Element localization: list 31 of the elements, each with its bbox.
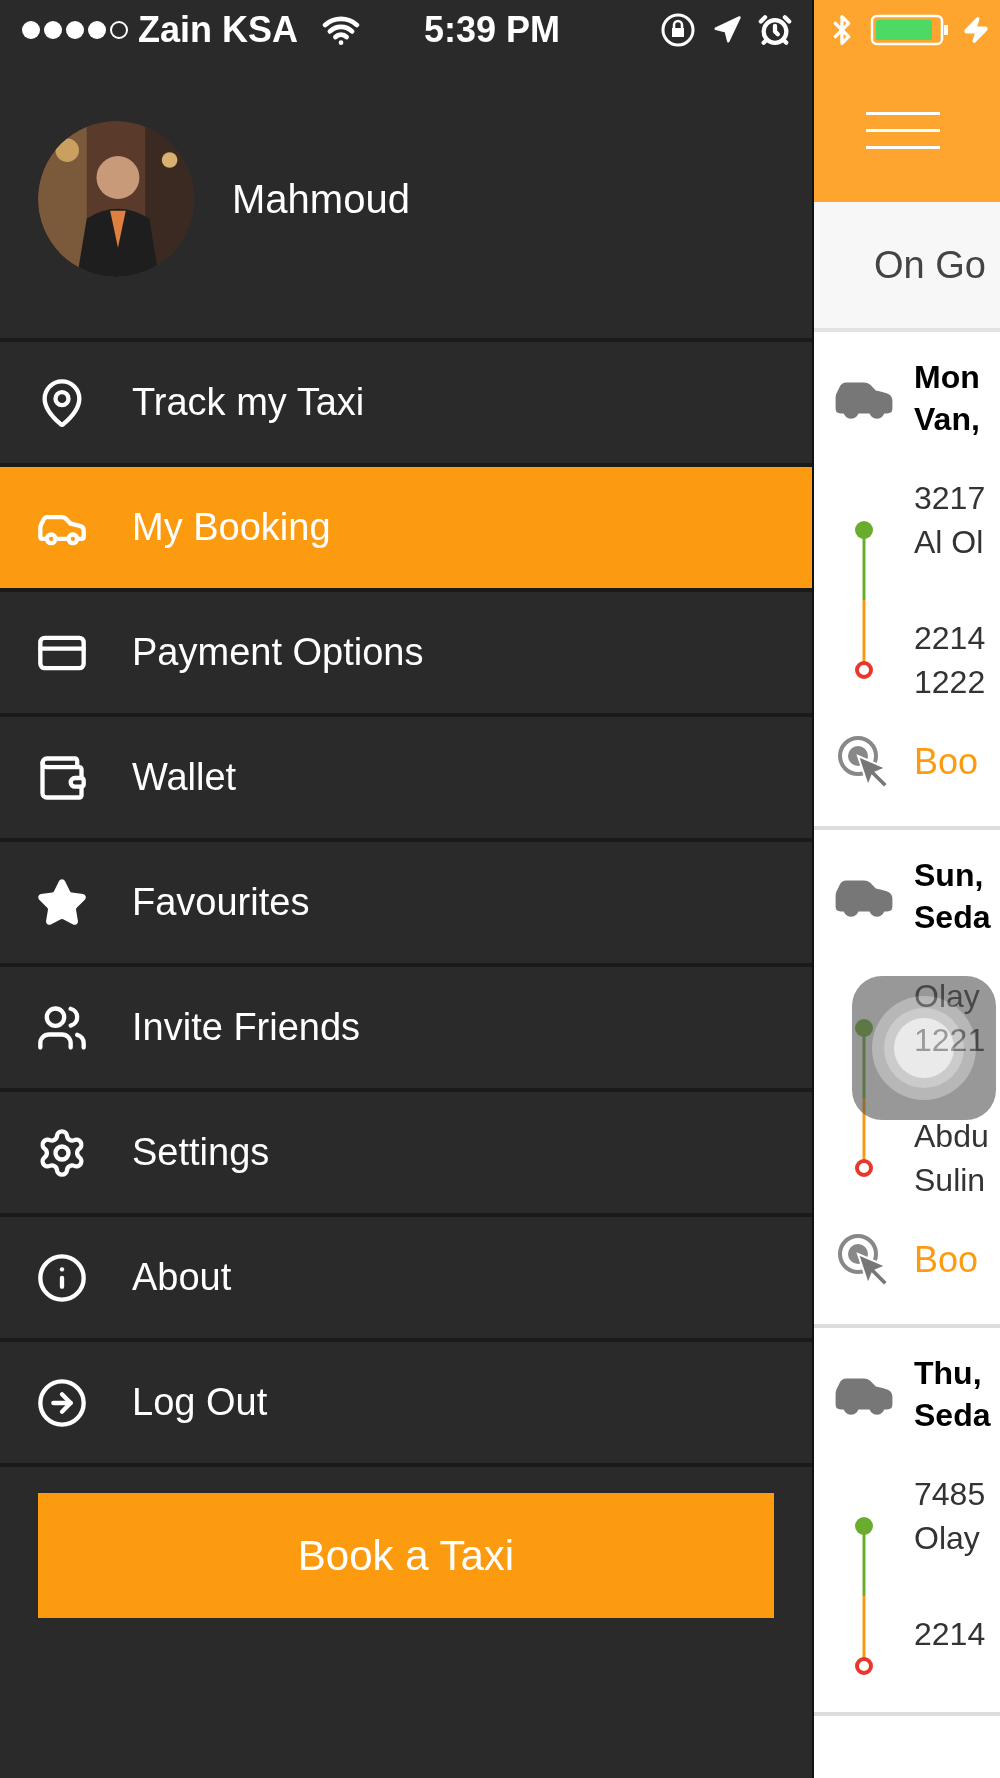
dropoff-address: 2214 xyxy=(914,1615,986,1654)
dropoff-address: Abdu xyxy=(914,1117,989,1156)
pickup-address: Olay xyxy=(914,1519,981,1558)
assistive-touch-icon[interactable] xyxy=(852,976,996,1120)
pickup-address: 3217 xyxy=(914,479,986,518)
signal-icon xyxy=(20,19,130,41)
dropoff-address: 2214 xyxy=(914,619,986,658)
carrier-name: Zain KSA xyxy=(138,8,298,52)
dropoff-address: 1222 xyxy=(914,663,986,702)
battery-icon xyxy=(870,14,950,46)
rotation-lock-icon xyxy=(660,12,696,48)
booking-title: Thu, xyxy=(914,1354,983,1393)
route-line-icon xyxy=(852,1516,876,1676)
info-icon xyxy=(36,1251,88,1304)
route-line-icon xyxy=(852,520,876,680)
charging-bolt-icon xyxy=(962,16,990,44)
location-arrow-icon xyxy=(712,15,742,45)
booking-title: Seda xyxy=(914,1396,991,1435)
dropoff-address: Sulin xyxy=(914,1161,987,1200)
status-time: 5:39 PM xyxy=(424,8,561,52)
alarm-clock-icon xyxy=(758,13,792,47)
pickup-address: Olay xyxy=(914,977,981,1016)
booking-title: Mon xyxy=(914,358,980,397)
arrow-circle-icon xyxy=(36,1376,88,1429)
profile-name: Mahmoud xyxy=(232,176,410,223)
booking-title: Van, xyxy=(914,400,980,439)
booking-title: Seda xyxy=(914,898,991,937)
booking-title: Sun, xyxy=(914,856,985,895)
pickup-address: 7485 xyxy=(914,1475,986,1514)
route-line-icon xyxy=(852,1018,876,1178)
pickup-address: Al Ol xyxy=(914,523,985,562)
